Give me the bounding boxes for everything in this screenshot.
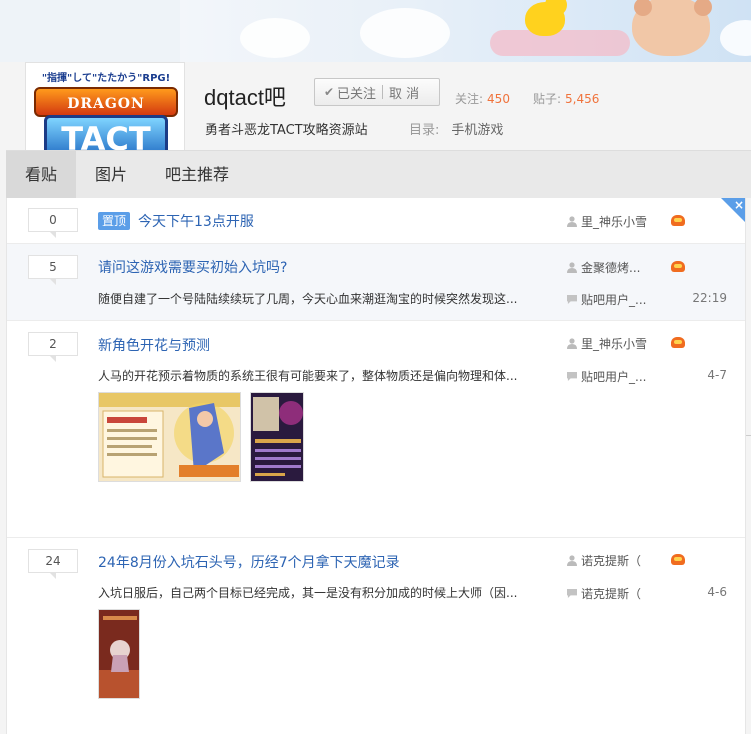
posts-stat: 贴子: 5,456 [533,92,600,106]
last-reply-time: 22:19 [692,291,727,305]
thread-image[interactable] [250,392,304,482]
user-icon [567,555,577,566]
follow-stat: 关注: 450 [455,92,510,106]
thread-image[interactable] [98,609,140,699]
thread-row[interactable]: 24 24年8月份入坑石头号，历经7个月拿下天魔记录 入坑日服后，自己两个目标已… [7,538,745,734]
followed-label: 已关注 [337,86,377,102]
reply-icon [567,371,577,382]
follow-count: 450 [487,92,510,106]
last-reply-user[interactable]: 贴吧用户_... [567,291,646,308]
thread-title[interactable]: 置顶 今天下午13点开服 [98,211,254,231]
thread-author[interactable]: 诺克提斯（ [567,552,641,569]
level-badge-icon [671,337,685,348]
user-icon [567,216,577,227]
thread-author[interactable]: 金聚德烤... [567,259,640,276]
thread-summary: 随便自建了一个号陆陆续续玩了几周，今天心血来潮逛淘宝的时候突然发现这... [98,292,518,306]
thread-image[interactable] [98,392,241,482]
last-reply-time: 4-6 [707,585,727,599]
catalog-link[interactable]: 手机游戏 [451,123,503,138]
level-badge-icon [671,215,685,226]
tab-images[interactable]: 图片 [76,151,146,199]
last-reply-time: 4-7 [707,368,727,382]
thread-summary: 人马的开花预示着物质的系统王很有可能要来了，整体物质还是偏向物理和体... [98,369,518,383]
thread-author[interactable]: 里_神乐小雪 [567,335,647,352]
reply-count: 24 [28,549,78,579]
thread-summary: 入坑日服后，自己两个目标已经完成，其一是没有积分加成的时候上大师（因... [98,586,518,600]
user-icon [567,338,577,349]
forum-name[interactable]: dqtact吧 [204,80,286,112]
last-reply-user[interactable]: 诺克提斯（ [567,585,641,602]
thread-row[interactable]: 2 新角色开花与预测 人马的开花预示着物质的系统王很有可能要来了，整体物质还是偏… [7,321,745,538]
thread-list: 0 置顶 今天下午13点开服 里_神乐小雪 × 5 请问这游戏需要买初始入坑吗? … [6,198,746,734]
forum-catalog: 目录: 手机游戏 [409,123,504,138]
thread-row[interactable]: 5 请问这游戏需要买初始入坑吗? 随便自建了一个号陆陆续续玩了几周，今天心血来潮… [7,244,745,321]
follow-button[interactable]: ✔ 已关注 取 消 [314,78,440,106]
thread-title[interactable]: 请问这游戏需要买初始入坑吗? [98,257,287,277]
forum-tabs: 看贴 图片 吧主推荐 [6,150,751,199]
tab-featured[interactable]: 吧主推荐 [146,151,248,199]
last-reply-user[interactable]: 贴吧用户_... [567,368,646,385]
reply-count: 5 [28,255,78,285]
posts-count: 5,456 [565,92,600,106]
unfollow-button[interactable]: 取 消 [389,83,419,102]
close-icon[interactable]: × [734,198,744,212]
user-icon [567,262,577,273]
thread-title[interactable]: 新角色开花与预测 [98,335,210,355]
reply-count: 2 [28,332,78,362]
pinned-badge: 置顶 [98,212,131,230]
logo-tagline: "指揮"して"たたかう"RPG! [41,73,171,84]
reply-icon [567,588,577,599]
check-icon: ✔ [323,85,335,99]
level-badge-icon [671,261,685,272]
level-badge-icon [671,554,685,565]
forum-banner [0,0,751,62]
forum-header: "指揮"して"たたかう"RPG! DRAGON QUEST TACT dqtac… [0,62,751,196]
thread-row[interactable]: 0 置顶 今天下午13点开服 里_神乐小雪 × [7,198,745,244]
forum-slogan: 勇者斗恶龙TACT攻略资源站 [205,123,368,138]
thread-title[interactable]: 24年8月份入坑石头号，历经7个月拿下天魔记录 [98,552,400,572]
logo-dq-text: DRAGON QUEST [34,87,178,142]
tab-posts[interactable]: 看贴 [6,151,77,199]
reply-count: 0 [28,208,78,238]
reply-icon [567,294,577,305]
thread-author[interactable]: 里_神乐小雪 [567,213,647,230]
